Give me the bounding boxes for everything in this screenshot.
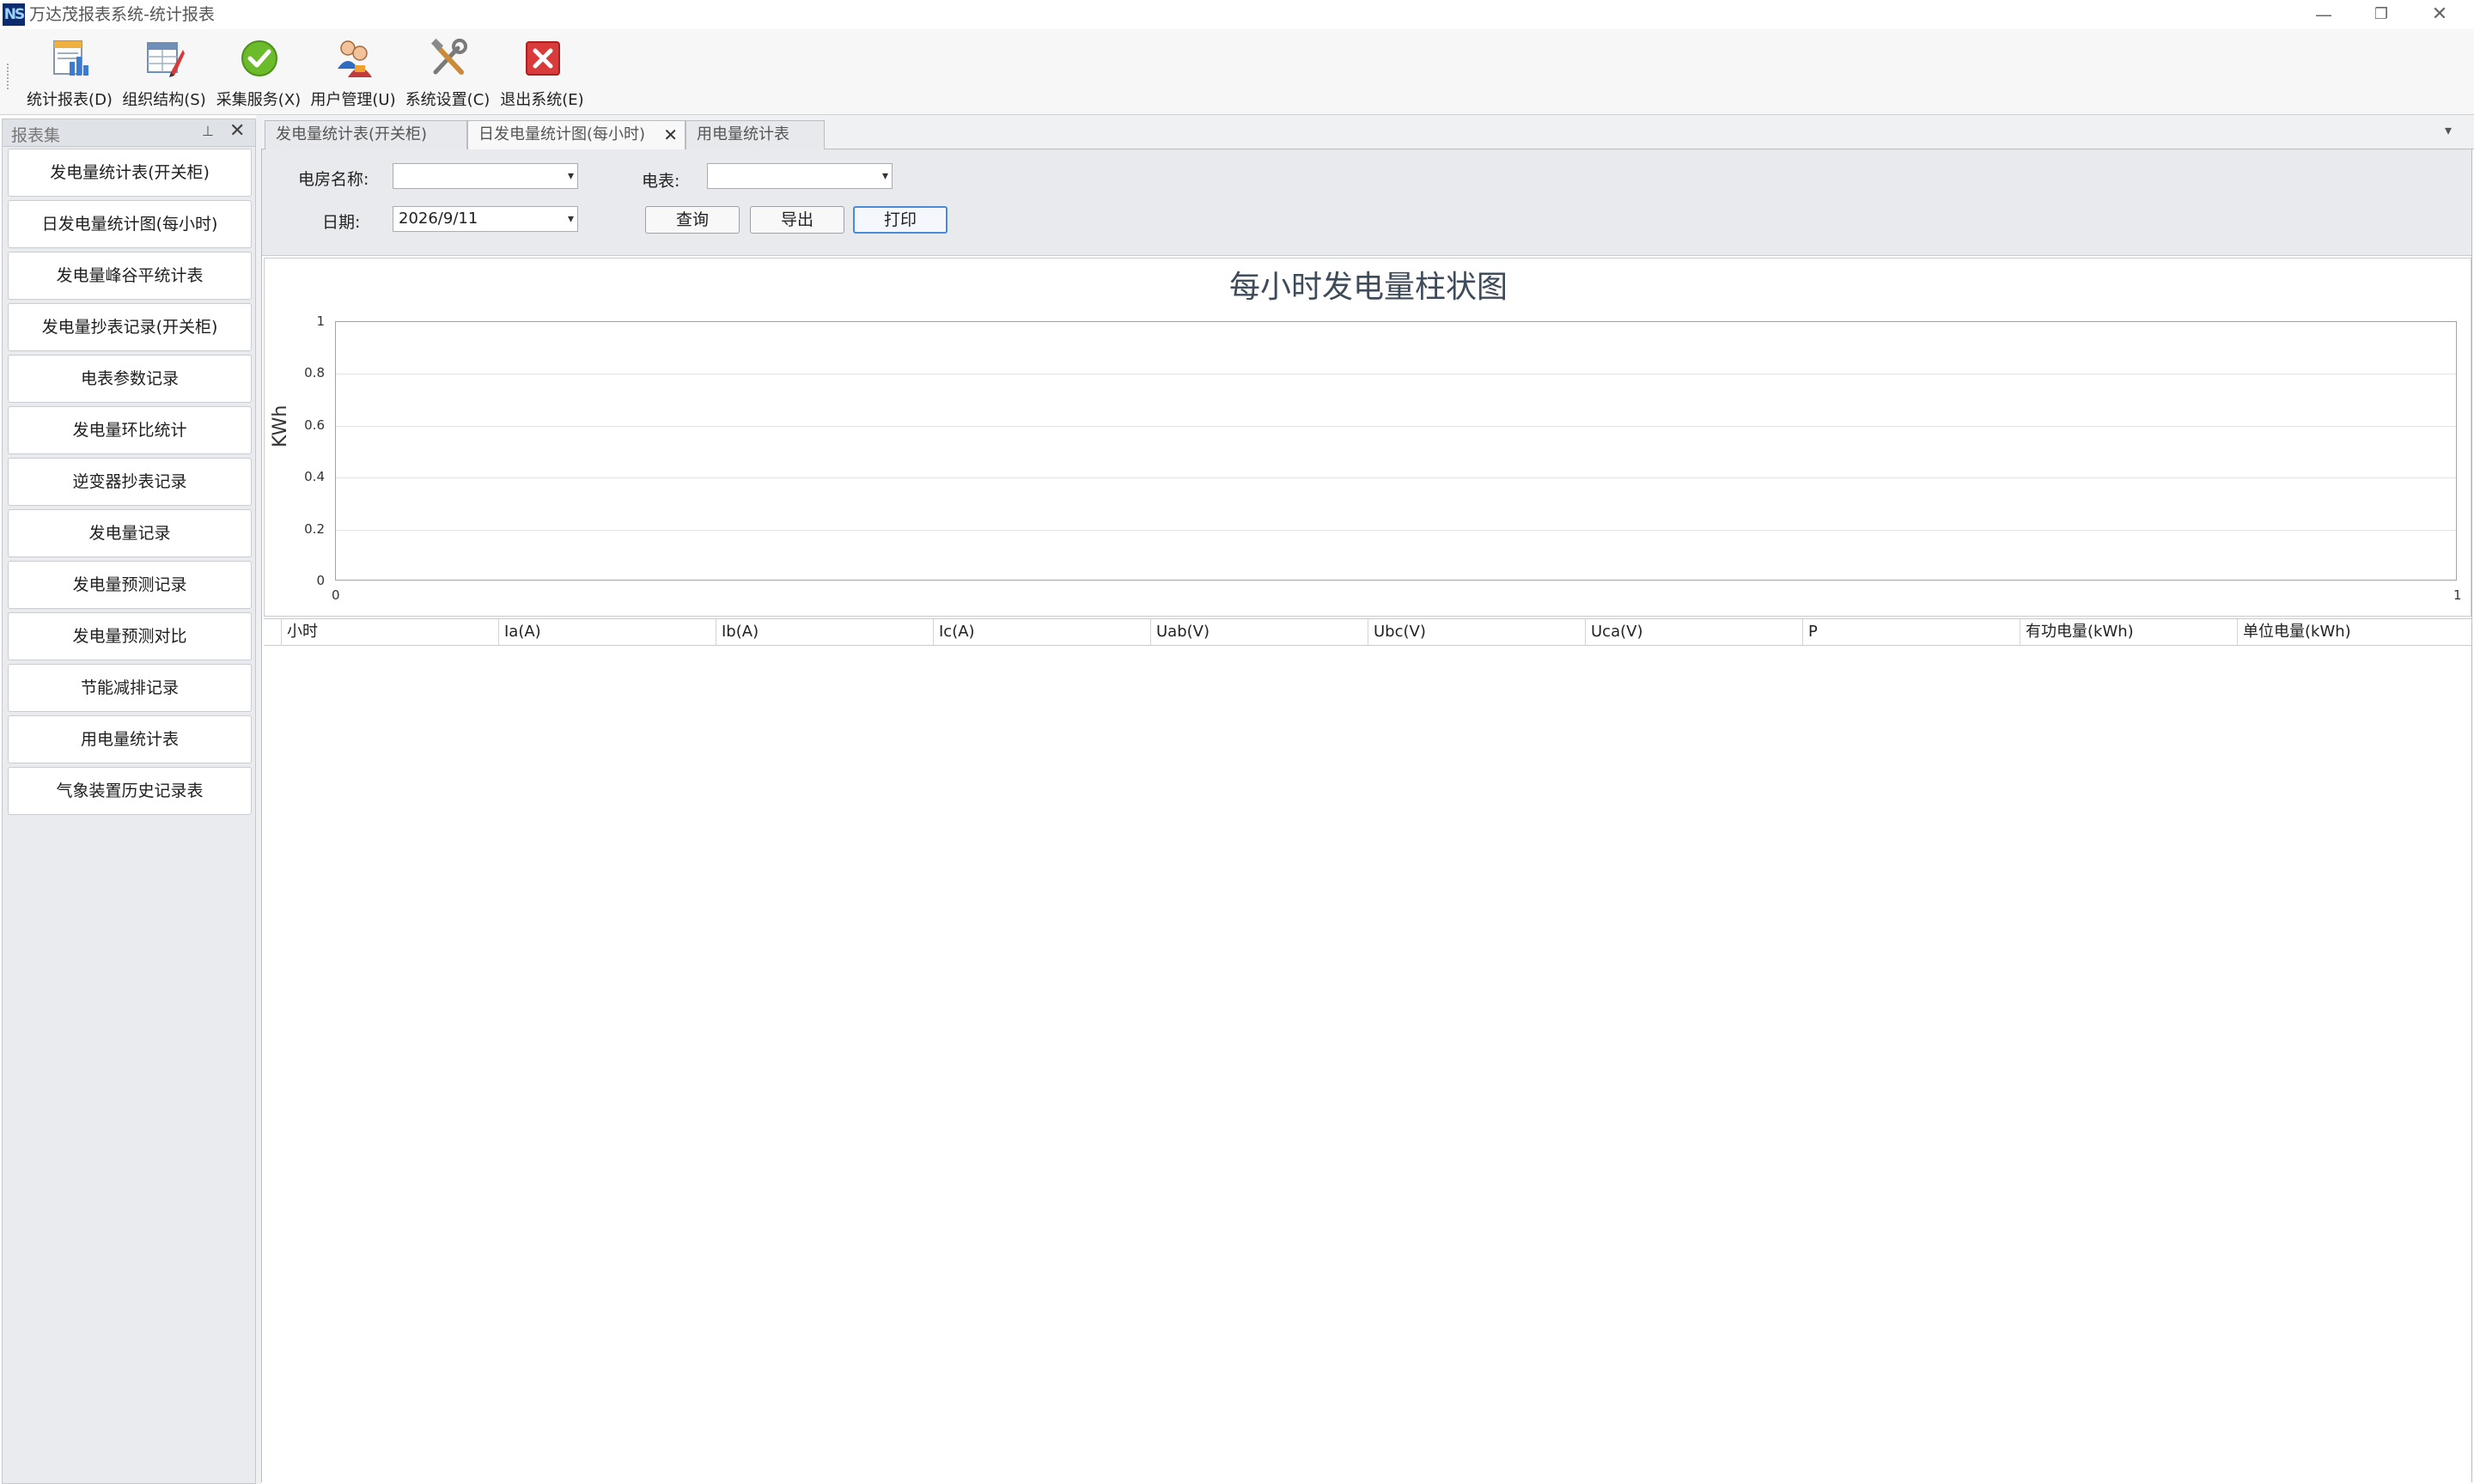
sidebar-item-peak-valley-stats[interactable]: 发电量峰谷平统计表 (8, 252, 252, 300)
sidebar-item-generation-records[interactable]: 发电量记录 (8, 509, 252, 557)
query-button[interactable]: 查询 (645, 206, 740, 234)
data-grid-header: 小时 Ia(A) Ib(A) Ic(A) Uab(V) Ubc(V) Uca(V) P 有功电量… (264, 618, 2471, 646)
column-header[interactable]: 单位电量(kWh) (2237, 619, 2471, 646)
sidebar-item-inverter-readings[interactable]: 逆变器抄表记录 (8, 458, 252, 506)
report-set-panel: 报表集 ⊥ ✕ 发电量统计表(开关柜) 日发电量统计图(每小时) 发电量峰谷平统… (2, 119, 256, 1484)
export-button[interactable]: 导出 (750, 206, 844, 234)
tab-label: 用电量统计表 (697, 125, 789, 143)
report-content: 电房名称: ▾ 电表: ▾ 日期: 2026/9/11 ▾ 查询 导出 打印 每… (261, 149, 2472, 1482)
sidebar-item-weather-history[interactable]: 气象装置历史记录表 (8, 767, 252, 815)
data-grid-body (264, 646, 2471, 1481)
panel-title: 报表集 (11, 126, 61, 145)
document-tabstrip: 发电量统计表(开关柜) 日发电量统计图(每小时) ✕ 用电量统计表 (261, 115, 2474, 150)
column-header[interactable]: 有功电量(kWh) (2020, 619, 2237, 646)
y-tick-label: 0.6 (304, 417, 325, 433)
column-header[interactable]: 小时 (281, 619, 498, 646)
date-picker[interactable]: 2026/9/11 ▾ (393, 206, 578, 232)
column-header[interactable]: P (1802, 619, 2020, 646)
sidebar-item-forecast-comparison[interactable]: 发电量预测对比 (8, 612, 252, 660)
panel-close-icon[interactable]: ✕ (229, 120, 245, 142)
filter-bar: 电房名称: ▾ 电表: ▾ 日期: 2026/9/11 ▾ 查询 导出 打印 (262, 149, 2471, 256)
y-tick-label: 1 (316, 313, 325, 329)
sidebar-item-energy-saving-records[interactable]: 节能减排记录 (8, 664, 252, 712)
report-stats-label: 统计报表(D) (27, 91, 113, 109)
minimize-button[interactable]: — (2294, 0, 2354, 29)
user-management-button[interactable]: 用户管理(U) (306, 33, 400, 112)
report-chart-icon (53, 40, 88, 76)
gridline (336, 425, 2456, 427)
column-header[interactable]: Uab(V) (1150, 619, 1368, 646)
user-management-label: 用户管理(U) (310, 91, 396, 109)
y-tick-label: 0.4 (304, 469, 325, 485)
y-tick-label: 0 (316, 573, 325, 588)
date-label: 日期: (322, 213, 361, 232)
column-header[interactable]: Ubc(V) (1368, 619, 1585, 646)
window-title: 万达茂报表系统-统计报表 (29, 5, 215, 24)
close-window-button[interactable]: ✕ (2410, 0, 2470, 29)
org-structure-button[interactable]: 组织结构(S) (117, 33, 211, 112)
collect-service-label: 采集服务(X) (216, 91, 302, 109)
room-name-select[interactable]: ▾ (393, 163, 578, 189)
system-settings-label: 系统设置(C) (405, 91, 491, 109)
sidebar-item-generation-stats-switchgear[interactable]: 发电量统计表(开关柜) (8, 149, 252, 197)
exit-icon (526, 41, 560, 76)
collect-service-button[interactable]: 采集服务(X) (211, 33, 306, 112)
gridline (336, 529, 2456, 531)
gridline (336, 477, 2456, 479)
column-header[interactable]: Ia(A) (498, 619, 716, 646)
tools-icon (430, 38, 467, 75)
app-logo-icon: NS (3, 3, 25, 26)
y-axis-title: KWh (270, 404, 291, 447)
tab-generation-stats-switchgear[interactable]: 发电量统计表(开关柜) (265, 120, 467, 149)
room-name-label: 电房名称: (298, 170, 369, 189)
tab-consumption-stats[interactable]: 用电量统计表 (686, 120, 825, 149)
sidebar-item-meter-reading-records[interactable]: 发电量抄表记录(开关柜) (8, 303, 252, 351)
tab-label: 日发电量统计图(每小时) (478, 125, 646, 143)
pin-icon[interactable]: ⊥ (202, 123, 214, 139)
y-tick-label: 0.8 (304, 365, 325, 381)
tab-daily-generation-chart[interactable]: 日发电量统计图(每小时) ✕ (467, 120, 686, 150)
org-structure-icon (147, 42, 185, 77)
exit-system-label: 退出系统(E) (500, 91, 584, 109)
system-settings-button[interactable]: 系统设置(C) (400, 33, 495, 112)
plot-area (335, 321, 2457, 581)
exit-system-button[interactable]: 退出系统(E) (495, 33, 589, 112)
y-tick-label: 0.2 (304, 520, 325, 537)
title-bar: NS 万达茂报表系统-统计报表 — ❐ ✕ (0, 0, 2474, 29)
checkmark-service-icon (241, 40, 277, 76)
column-header[interactable]: Ib(A) (716, 619, 933, 646)
tab-label: 发电量统计表(开关柜) (276, 125, 428, 143)
meter-label: 电表: (642, 172, 680, 191)
sidebar-item-consumption-stats[interactable]: 用电量统计表 (8, 715, 252, 763)
chevron-down-icon: ▾ (567, 169, 574, 183)
org-structure-label: 组织结构(S) (122, 91, 206, 109)
chevron-down-icon: ▾ (881, 169, 888, 183)
chart-title: 每小时发电量柱状图 (1228, 270, 1508, 305)
column-header[interactable]: Ic(A) (933, 619, 1150, 646)
tab-list-dropdown-icon[interactable]: ▾ (2445, 122, 2452, 138)
report-stats-button[interactable]: 统计报表(D) (22, 33, 117, 112)
date-value: 2026/9/11 (399, 210, 478, 228)
tab-close-icon[interactable]: ✕ (663, 121, 678, 149)
column-header[interactable]: Uca(V) (1585, 619, 1802, 646)
sidebar-item-daily-generation-chart[interactable]: 日发电量统计图(每小时) (8, 200, 252, 248)
print-button[interactable]: 打印 (853, 206, 948, 234)
hourly-generation-chart: 每小时发电量柱状图 KWh 1 0.8 0.6 0.4 0.2 0 0 1 (264, 258, 2471, 617)
sidebar-item-meter-parameters[interactable]: 电表参数记录 (8, 355, 252, 403)
sidebar-item-generation-mom-stats[interactable]: 发电量环比统计 (8, 406, 252, 454)
chevron-down-icon: ▾ (567, 212, 574, 226)
sidebar-item-generation-forecast[interactable]: 发电量预测记录 (8, 561, 252, 609)
restore-button[interactable]: ❐ (2351, 0, 2411, 29)
users-icon (338, 40, 372, 77)
panel-header: 报表集 ⊥ ✕ (3, 119, 255, 147)
x-tick-label: 0 (332, 587, 340, 603)
toolbar-grip[interactable] (7, 64, 10, 89)
meter-select[interactable]: ▾ (707, 163, 893, 189)
x-tick-label: 1 (2453, 587, 2462, 603)
main-toolbar: 统计报表(D) 组织结构(S) 采集服务(X) 用户管理(U) 系统设置(C) … (0, 29, 2474, 115)
